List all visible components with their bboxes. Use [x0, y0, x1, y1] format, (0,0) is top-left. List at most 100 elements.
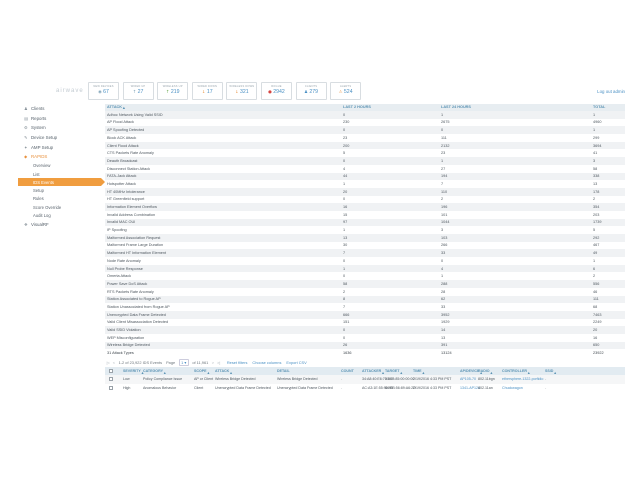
table-row[interactable]: FATA-Jack Attack44194338: [105, 173, 625, 181]
count-cell: 3: [593, 159, 595, 163]
table-row[interactable]: HT 40MHz Intolerance20110178: [105, 188, 625, 196]
count-cell: 41: [593, 151, 597, 155]
toolbar-link-choose-columns[interactable]: Choose columns: [252, 360, 281, 365]
sidebar-item-clients[interactable]: ♟Clients: [18, 104, 101, 114]
table-row[interactable]: Wireless Bridge Detected26391650: [105, 342, 625, 350]
column-header-last-24-hours[interactable]: LAST 24 HOURS: [441, 105, 471, 109]
stat-box-new-devices[interactable]: NEW DEVICES◉ 67: [88, 82, 119, 100]
sidebar-item-rapids[interactable]: ◆RAPIDS: [18, 152, 101, 162]
table-row[interactable]: Information Element Overflow16196354: [105, 203, 625, 211]
table-row[interactable]: Omerta Attack012: [105, 272, 625, 280]
table-row[interactable]: RTS Packets Rate Anomaly22846: [105, 288, 625, 296]
table-row[interactable]: Valid SSID Violation01420: [105, 326, 625, 334]
sidebar-item-reports[interactable]: ▤Reports: [18, 114, 101, 124]
sort-asc-icon: ▲: [207, 371, 211, 375]
table-row[interactable]: IP Spoofing135: [105, 226, 625, 234]
table-row[interactable]: Valid Client Misassociation Detected1511…: [105, 319, 625, 327]
table-row[interactable]: Deauth Broadcast013: [105, 157, 625, 165]
stat-box-clients[interactable]: CLIENTS♟ 279: [296, 82, 327, 100]
sidebar-subitem-score-override[interactable]: Score Override: [18, 203, 101, 211]
column-header-time[interactable]: TIME ▲: [413, 369, 422, 373]
row-checkbox[interactable]: [109, 386, 113, 390]
column-header-attack[interactable]: ATTACK ▲: [107, 105, 122, 109]
column-header-last-2-hours[interactable]: LAST 2 HOURS: [343, 105, 371, 109]
column-header-count[interactable]: COUNT: [341, 369, 354, 373]
category-cell: Anomalous Behavior: [143, 386, 176, 390]
table-row[interactable]: HT Greenfield support022: [105, 196, 625, 204]
count-cell: 58: [593, 167, 597, 171]
table-row[interactable]: Hotspotter Attack1713: [105, 180, 625, 188]
pager-last-icon[interactable]: >|: [217, 360, 220, 365]
column-header-radio[interactable]: RADIO ▲: [478, 369, 490, 373]
column-header-ap-device[interactable]: AP/DEVICE ▲: [460, 369, 479, 373]
table-row[interactable]: Invalid Address Combination15101203: [105, 211, 625, 219]
column-header-severity[interactable]: SEVERITY ▲: [123, 369, 141, 373]
stat-box-alerts[interactable]: ALERTS⚠ 524: [330, 82, 361, 100]
table-row[interactable]: AP Flood Attack23026754960: [105, 119, 625, 127]
table-row[interactable]: Station Unassociated from Rogue AP73368: [105, 303, 625, 311]
table-row[interactable]: Unencrypted Data Frame Detected666395274…: [105, 311, 625, 319]
controller-cell[interactable]: Chuckwagon: [502, 386, 523, 390]
table-row[interactable]: Disconnect Station Attack42758: [105, 165, 625, 173]
column-header-target[interactable]: TARGET ▲: [385, 369, 400, 373]
count-cell: 0: [343, 197, 345, 201]
stat-value: ⚠ 524: [331, 89, 360, 95]
table-row[interactable]: CTS Packets Rate Anomaly52341: [105, 149, 625, 157]
table-row[interactable]: Malformed HT Information Element73349: [105, 249, 625, 257]
table-row[interactable]: Block ACK Attack23111299: [105, 134, 625, 142]
attack-summary-table: ATTACK ▲ LAST 2 HOURS LAST 24 HOURS TOTAL Ad…: [105, 104, 625, 357]
table-row[interactable]: Malformed Association Request13103292: [105, 234, 625, 242]
sidebar-item-visualrf[interactable]: ❖VisualRF: [18, 220, 101, 230]
stat-box-wired-up[interactable]: WIRED UP↑ 27: [123, 82, 154, 100]
table-row[interactable]: Station Associated to Rogue AP862111: [105, 296, 625, 304]
sidebar-item-system[interactable]: ⚙System: [18, 123, 101, 133]
table-row[interactable]: Power Save DoS Attack58288556: [105, 280, 625, 288]
pager-next-icon[interactable]: >: [212, 360, 214, 365]
table-row[interactable]: Client Flood Attack20021323694: [105, 142, 625, 150]
row-checkbox[interactable]: [109, 377, 113, 381]
table-row[interactable]: Malformed Frame Large Duration30266467: [105, 242, 625, 250]
table-row[interactable]: Adhoc Network Using Valid SSID011: [105, 111, 625, 119]
toolbar-link-reset-filters[interactable]: Reset filters: [227, 360, 248, 365]
stat-box-wireless-down[interactable]: WIRELESS DOWN↓ 321: [226, 82, 257, 100]
toolbar-link-export-csv[interactable]: Export CSV: [286, 360, 306, 365]
column-header-ssid[interactable]: SSID ▲: [545, 369, 553, 373]
logout-link[interactable]: Log out admin: [597, 89, 625, 94]
count-cell: 0: [343, 128, 345, 132]
sidebar-subitem-ids-events[interactable]: IDS Events: [18, 178, 101, 186]
table-row[interactable]: HighAnomalous BehaviorClientUnencrypted …: [105, 384, 625, 393]
column-header-controller[interactable]: CONTROLLER ▲: [502, 369, 527, 373]
sidebar-subitem-setup[interactable]: Setup: [18, 186, 101, 194]
stat-box-wired-down[interactable]: WIRED DOWN↓ 17: [192, 82, 223, 100]
sidebar-item-amp-setup[interactable]: ✦AMP Setup: [18, 142, 101, 152]
stat-box-wireless-up[interactable]: WIRELESS UP↑ 219: [157, 82, 188, 100]
column-header-attacker[interactable]: ATTACKER ▲: [362, 369, 381, 373]
table-row[interactable]: LowPolicy Compliance IssueAP or ClientWi…: [105, 375, 625, 384]
select-all-checkbox[interactable]: [109, 369, 113, 373]
table-row[interactable]: AP Spoofing Detected001: [105, 126, 625, 134]
table-row[interactable]: Invalid MAC OUI9710441739: [105, 219, 625, 227]
page-select[interactable]: 1 ▾: [179, 359, 189, 366]
column-header-detail[interactable]: DETAIL: [277, 369, 290, 373]
pagination-toolbar: |<<1-2 of 23,922 IDS EventsPage1 ▾of 11,…: [105, 358, 625, 367]
table-row[interactable]: WEP Misconfiguration01316: [105, 334, 625, 342]
ap-device-cell[interactable]: 1341-AP124: [460, 386, 480, 390]
column-header-category[interactable]: CATEGORY ▲: [143, 369, 163, 373]
sidebar-item-device-setup[interactable]: ✎Device Setup: [18, 133, 101, 143]
stat-box-rogue[interactable]: ROGUE● 2942: [261, 82, 292, 100]
pager-prev-icon[interactable]: <: [113, 360, 115, 365]
table-row[interactable]: Null Probe Response146: [105, 265, 625, 273]
pager-first-icon[interactable]: |<: [107, 360, 110, 365]
count-cell: 1: [593, 259, 595, 263]
column-header-attack[interactable]: ATTACK ▲: [215, 369, 229, 373]
sidebar-subitem-rules[interactable]: Rules: [18, 195, 101, 203]
sidebar-subitem-overview[interactable]: Overview: [18, 162, 101, 170]
column-header-total[interactable]: TOTAL: [593, 105, 605, 109]
attack-name-cell: AP Spoofing Detected: [107, 128, 144, 132]
controller-cell[interactable]: ethersphere-1322-porfidio: [502, 377, 543, 381]
table-row[interactable]: Node Rate Anomaly001: [105, 257, 625, 265]
sidebar-subitem-audit-log[interactable]: Audit Log: [18, 211, 101, 219]
column-header-scope[interactable]: SCOPE ▲: [194, 369, 207, 373]
ap-device-cell[interactable]: AP105-70: [460, 377, 476, 381]
sidebar-subitem-list[interactable]: List: [18, 170, 101, 178]
